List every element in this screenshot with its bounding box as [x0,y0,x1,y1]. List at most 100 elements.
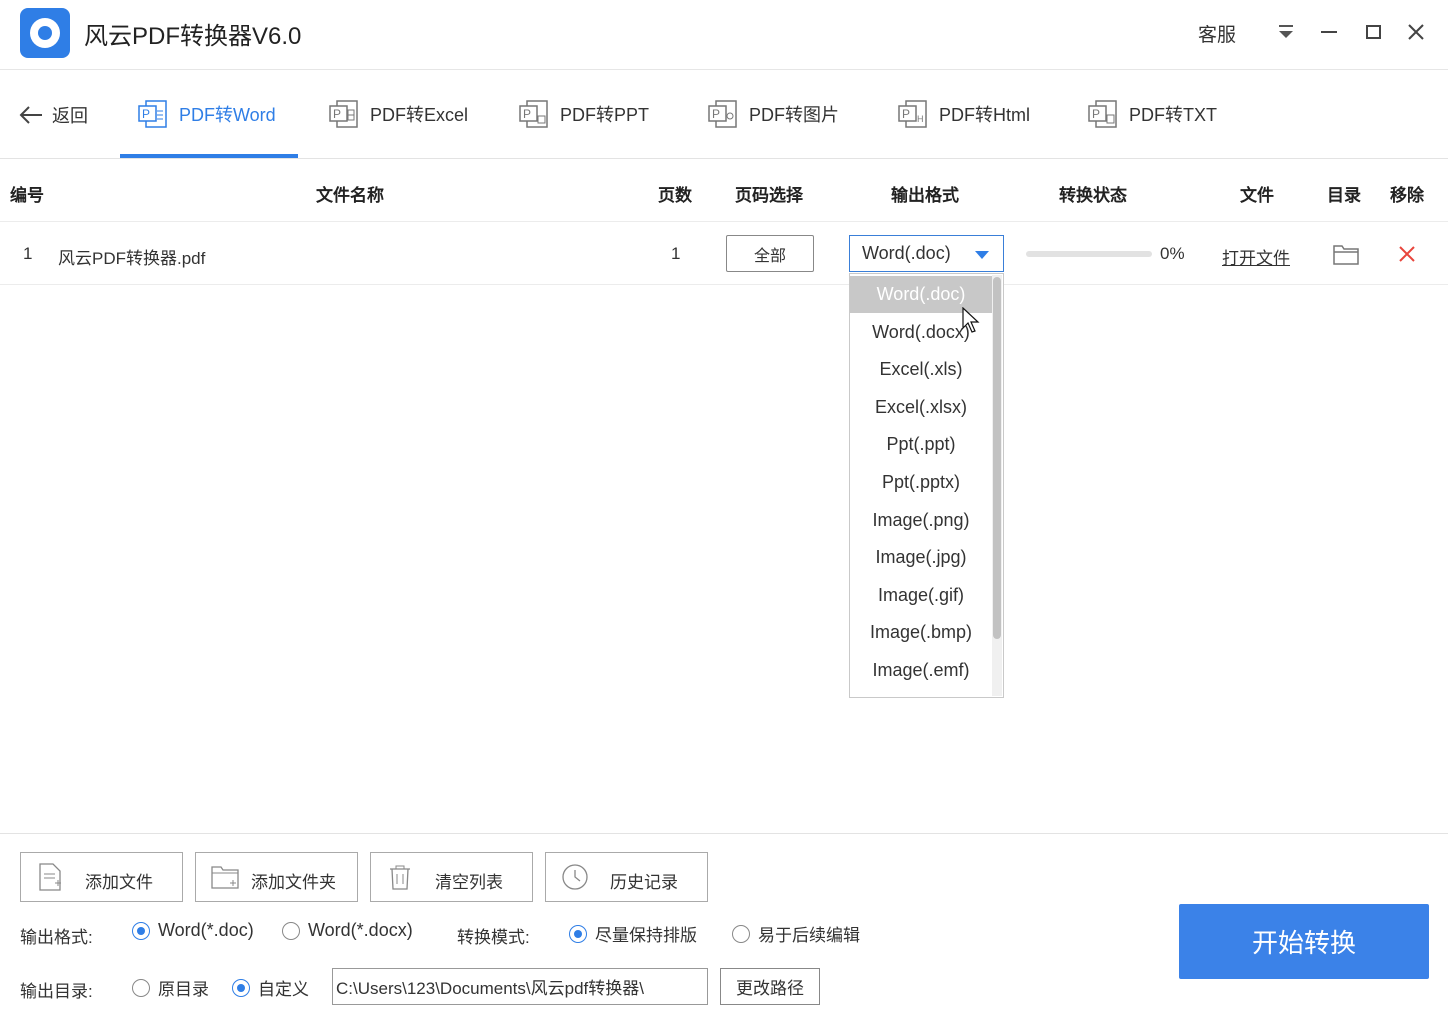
pdf-ppt-icon: P [519,100,548,128]
add-file-button[interactable]: 添加文件 [20,852,183,902]
pdf-html-icon: PH [898,100,927,128]
mode-easy-edit-radio[interactable]: 易于后续编辑 [732,921,860,946]
dropdown-option[interactable]: Image(.png) [850,502,992,539]
radio-dot [132,978,150,997]
radio-dot [732,924,750,943]
svg-text:P: P [902,107,910,121]
output-format-value: Word(.doc) [862,243,951,263]
dropdown-option[interactable]: Image(.gif) [850,577,992,614]
arrow-left-icon [19,106,42,124]
file-table-header: 编号 文件名称 页数 页码选择 输出格式 转换状态 文件 目录 移除 [0,160,1448,222]
bottom-panel: 添加文件 添加文件夹 清空列表 历史记录 输出格式: Word(*.doc) W… [0,833,1448,1025]
column-header-filename: 文件名称 [316,186,384,205]
customer-service-link[interactable]: 客服 [1198,20,1236,47]
change-path-button[interactable]: 更改路径 [720,968,820,1005]
format-doc-radio[interactable]: Word(*.doc) [132,920,254,941]
dropdown-option[interactable]: Excel(.xlsx) [850,389,992,426]
column-header-output-format: 输出格式 [891,186,959,205]
dir-original-radio[interactable]: 原目录 [132,975,209,1000]
tab-pdf-to-html[interactable]: PH PDF转Html [897,92,1030,136]
row-filename: 风云PDF转换器.pdf [58,249,206,268]
folder-icon[interactable] [1332,241,1360,267]
format-dropdown-list: Word(.doc) Word(.docx) Excel(.xls) Excel(.x… [849,273,1004,698]
row-pages: 1 [671,244,681,263]
radio-dot [569,924,587,943]
output-path-input[interactable] [332,968,708,1005]
radio-dot [132,921,150,940]
output-format-select[interactable]: Word(.doc) [849,235,1004,272]
pdf-excel-icon: P [329,100,358,128]
column-header-file: 文件 [1240,186,1274,205]
clear-list-button[interactable]: 清空列表 [370,852,533,902]
chevron-down-icon [975,251,989,259]
dropdown-option[interactable]: Image(.jpg) [850,539,992,576]
tab-label: PDF转TXT [1129,105,1217,125]
dir-custom-radio[interactable]: 自定义 [232,975,309,1000]
tab-label: PDF转图片 [749,105,839,125]
tab-label: PDF转Excel [370,105,469,125]
minimize-icon[interactable] [1313,14,1345,50]
start-conversion-button[interactable]: 开始转换 [1179,904,1429,979]
pdf-txt-icon: P [1088,100,1117,128]
active-tab-indicator [120,154,298,158]
trash-icon [390,865,410,890]
conversion-progress-bar [1026,251,1152,257]
column-header-pages: 页数 [658,186,692,205]
progress-percent: 0% [1160,244,1185,263]
maximize-icon[interactable] [1357,14,1389,50]
tab-label: PDF转Html [939,105,1030,125]
add-file-label: 添加文件 [85,873,153,892]
dropdown-option[interactable]: Image(.emf) [850,652,992,689]
tab-pdf-to-image[interactable]: P PDF转图片 [707,92,839,136]
dropdown-option[interactable]: Ppt(.ppt) [850,426,992,463]
mode-keep-layout-radio[interactable]: 尽量保持排版 [569,921,697,946]
column-header-remove: 移除 [1390,186,1424,205]
dropdown-scrollbar[interactable] [992,275,1002,696]
app-logo-icon [20,8,70,58]
format-docx-radio[interactable]: Word(*.docx) [282,920,413,941]
open-file-link[interactable]: 打开文件 [1222,244,1290,269]
column-header-page-select: 页码选择 [735,186,803,205]
format-docx-label: Word(*.docx) [308,920,413,940]
dropdown-option[interactable]: Image(.bmp) [850,614,992,651]
app-title: 风云PDF转换器V6.0 [84,23,302,50]
close-icon[interactable] [1400,14,1432,50]
add-folder-button[interactable]: 添加文件夹 [195,852,358,902]
history-label: 历史记录 [610,873,678,892]
tab-pdf-to-excel[interactable]: P PDF转Excel [328,92,468,136]
history-button[interactable]: 历史记录 [545,852,708,902]
add-folder-icon [211,866,239,889]
tab-pdf-to-txt[interactable]: P PDF转TXT [1087,92,1217,136]
mode-keep-layout-label: 尽量保持排版 [595,926,697,945]
tab-label: PDF转Word [179,105,276,125]
dropdown-option[interactable]: Excel(.xls) [850,351,992,388]
table-row[interactable]: 1 风云PDF转换器.pdf 1 全部 Word(.doc) 0% 打开文件 [0,222,1448,285]
svg-text:P: P [712,107,720,121]
title-bar: 风云PDF转换器V6.0 客服 [0,0,1448,70]
tab-pdf-to-word[interactable]: P PDF转Word [137,92,276,136]
output-format-label: 输出格式: [20,928,93,947]
radio-dot [282,921,300,940]
mode-easy-edit-label: 易于后续编辑 [758,926,860,945]
column-header-index: 编号 [10,186,44,205]
add-folder-label: 添加文件夹 [251,873,336,892]
dropdown-scrollbar-thumb[interactable] [993,277,1001,639]
add-file-icon [39,863,61,891]
column-header-directory: 目录 [1327,186,1361,205]
page-select-button[interactable]: 全部 [726,235,814,272]
column-header-status: 转换状态 [1059,186,1127,205]
dropdown-option[interactable]: Ppt(.pptx) [850,464,992,501]
radio-dot [232,978,250,997]
format-doc-label: Word(*.doc) [158,920,254,940]
menu-dropdown-icon[interactable] [1270,14,1302,50]
conversion-tabs-bar: 返回 P PDF转Word P PDF转Excel P PDF转PPT P PD… [0,70,1448,159]
dir-custom-label: 自定义 [258,980,309,999]
remove-icon[interactable] [1397,244,1417,264]
tab-pdf-to-ppt[interactable]: P PDF转PPT [518,92,649,136]
svg-text:P: P [142,107,150,121]
conversion-mode-label: 转换模式: [457,928,530,947]
dir-original-label: 原目录 [158,980,209,999]
svg-text:H: H [917,114,924,124]
back-button[interactable]: 返回 [18,100,88,130]
clock-icon [562,864,588,890]
